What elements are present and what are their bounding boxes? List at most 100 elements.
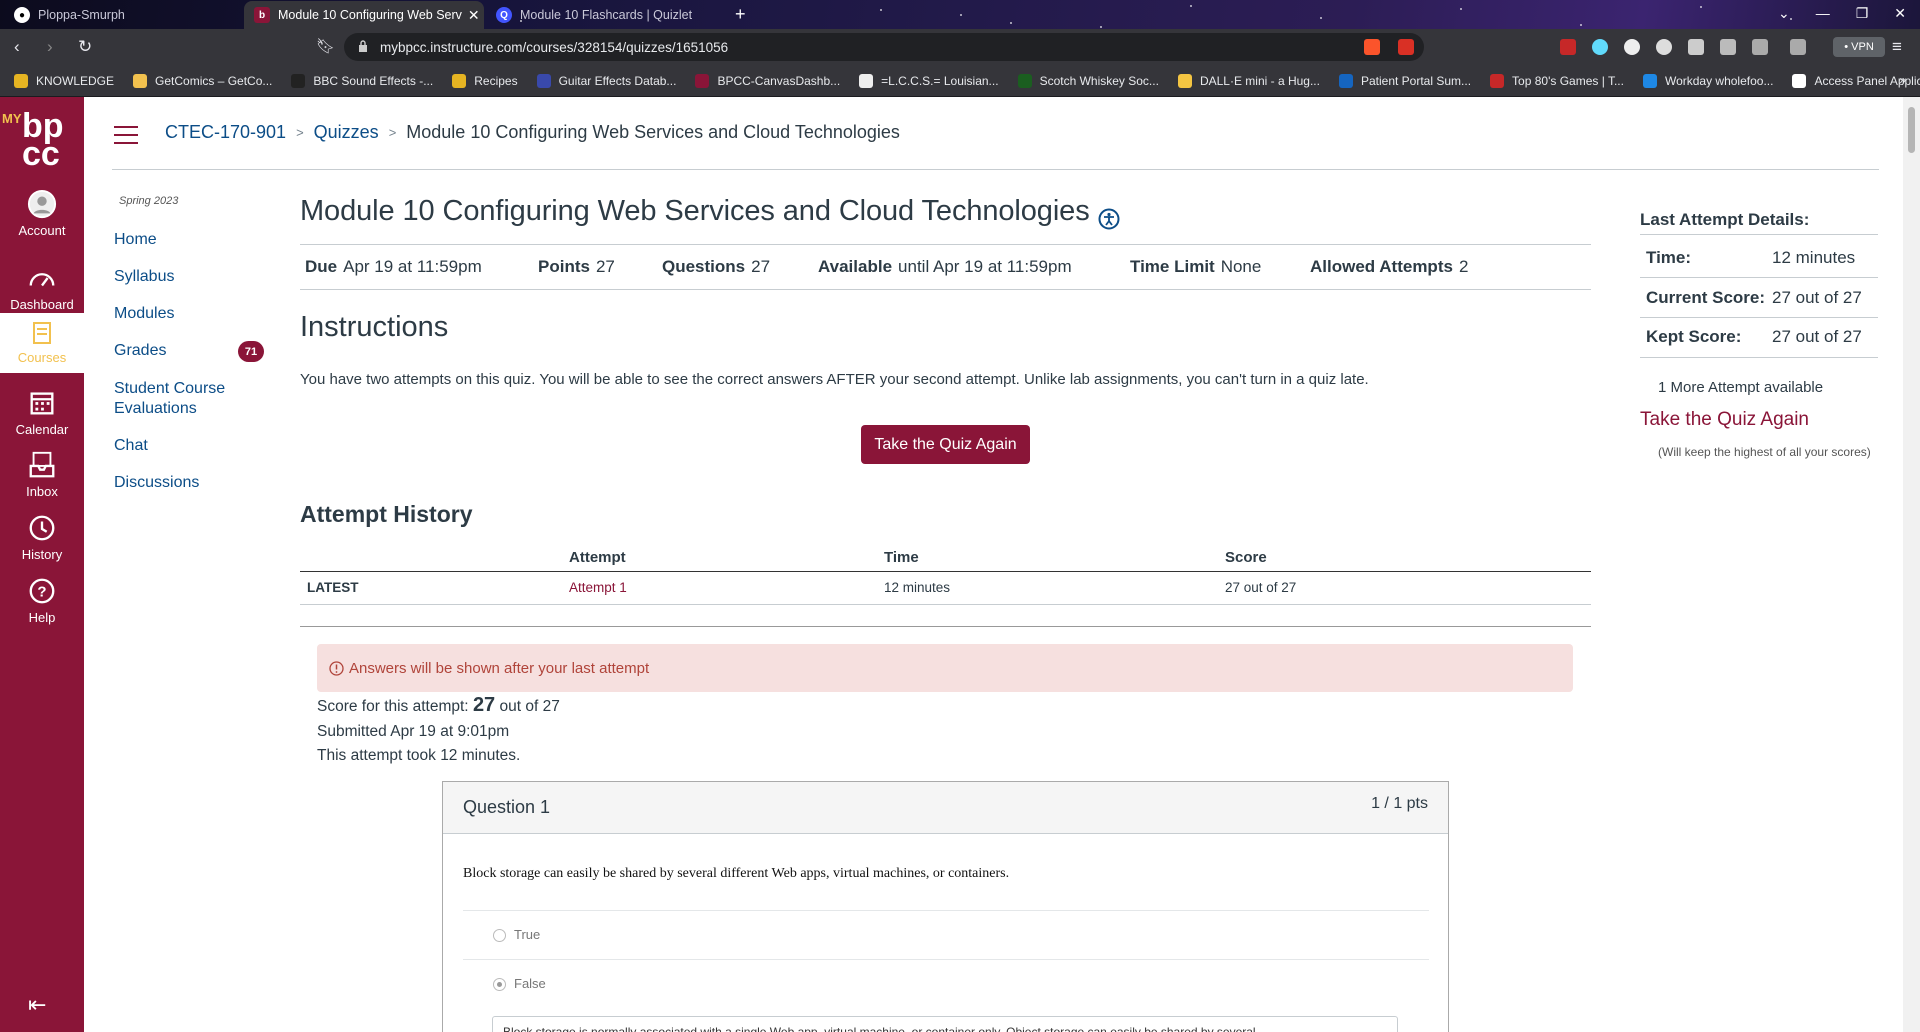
breadcrumb-course-link[interactable]: CTEC-170-901 [165, 122, 286, 143]
forward-icon[interactable]: › [47, 37, 53, 57]
bookmark-item[interactable]: Scotch Whiskey Soc... [1017, 74, 1159, 88]
brave-rewards-icon[interactable] [1398, 39, 1414, 55]
global-nav-calendar[interactable]: Calendar [0, 388, 84, 437]
back-icon[interactable]: ‹ [14, 37, 20, 57]
bookmark-item[interactable]: =L.C.C.S.= Louisian... [859, 74, 999, 88]
sidebar-toggle-icon[interactable] [1752, 39, 1768, 55]
course-nav-syllabus[interactable]: Syllabus [114, 268, 174, 286]
bookmark-item[interactable]: Top 80's Games | T... [1490, 74, 1624, 88]
global-nav-courses[interactable]: Courses [0, 313, 84, 373]
global-nav-help[interactable]: ? Help [0, 576, 84, 625]
global-nav-history[interactable]: History [0, 513, 84, 562]
bookmark-item[interactable]: BBC Sound Effects -... [291, 74, 433, 88]
bookmark-favicon-icon [859, 74, 874, 88]
extension-s-icon[interactable] [1560, 39, 1576, 55]
bookmark-label: Scotch Whiskey Soc... [1039, 74, 1159, 88]
breadcrumb-quizzes-link[interactable]: Quizzes [314, 122, 379, 143]
tab-quizlet[interactable]: Q Module 10 Flashcards | Quizlet [486, 1, 724, 29]
course-nav-chat[interactable]: Chat [114, 437, 148, 455]
bookmarks-overflow-button[interactable]: » [1899, 73, 1906, 87]
bookmark-label: Workday wholefoo... [1664, 74, 1774, 88]
global-nav-account[interactable]: Account [0, 189, 84, 238]
take-quiz-again-button[interactable]: Take the Quiz Again [861, 425, 1030, 464]
tab-strip: ● Ploppa-Smurph b Module 10 Configuring … [0, 0, 1920, 29]
course-nav-link[interactable]: Home [114, 231, 157, 248]
minimize-icon[interactable]: — [1816, 5, 1830, 22]
vpn-button[interactable]: • VPN [1833, 37, 1885, 57]
bookmark-item[interactable]: Patient Portal Sum... [1338, 74, 1471, 88]
tab-ploppa[interactable]: ● Ploppa-Smurph [4, 1, 242, 29]
bookmark-item[interactable]: Recipes [452, 74, 518, 88]
canvas-favicon-icon: b [254, 7, 270, 23]
course-nav-link[interactable]: Grades [114, 342, 166, 359]
take-quiz-again-link[interactable]: Take the Quiz Again [1640, 409, 1809, 431]
bookmark-item[interactable]: BPCC-CanvasDashb... [695, 74, 840, 88]
global-nav-inbox[interactable]: Inbox [0, 450, 84, 499]
course-nav-link[interactable]: Student Course Evaluations [114, 380, 225, 417]
question-title: Question 1 [463, 797, 551, 817]
global-nav-label: Inbox [26, 484, 58, 499]
restore-icon[interactable]: ❐ [1856, 5, 1869, 22]
page-scrollbar[interactable] [1903, 97, 1920, 1032]
menu-icon[interactable]: ≡ [1892, 37, 1902, 57]
global-nav-label: Dashboard [10, 297, 74, 312]
course-nav-discussions[interactable]: Discussions [114, 474, 199, 492]
course-nav-link[interactable]: Chat [114, 437, 148, 454]
bookmark-favicon-icon [1490, 74, 1505, 88]
collapse-nav-icon[interactable]: ⇤ [28, 992, 46, 1018]
question-points: 1 / 1 pts [1371, 795, 1428, 812]
accessibility-icon[interactable] [1098, 208, 1120, 230]
extensions-puzzle-icon[interactable] [1688, 39, 1704, 55]
course-menu-toggle-icon[interactable] [114, 126, 138, 150]
course-nav-link[interactable]: Modules [114, 305, 174, 322]
new-tab-button[interactable]: + [735, 4, 746, 25]
global-nav-label: Calendar [15, 422, 69, 437]
url-bar[interactable]: mybpcc.instructure.com/courses/328154/qu… [344, 33, 1424, 61]
extension-w-icon[interactable] [1624, 39, 1640, 55]
tab-canvas-quiz[interactable]: b Module 10 Configuring Web Serv ✕ [244, 1, 484, 29]
extension-circle-icon[interactable] [1656, 39, 1672, 55]
bookmark-item[interactable]: KNOWLEDGE [14, 74, 114, 88]
reload-icon[interactable]: ↻ [78, 37, 92, 57]
attempt-link[interactable]: Attempt 1 [569, 580, 627, 595]
course-nav-home[interactable]: Home [114, 231, 157, 249]
sidebar-divider [1640, 277, 1878, 278]
bookmark-item[interactable]: Workday wholefoo... [1642, 74, 1774, 88]
course-nav-link[interactable]: Syllabus [114, 268, 174, 285]
course-nav-modules[interactable]: Modules [114, 305, 174, 323]
bookmark-icon[interactable]: 🔖︎ [316, 37, 335, 55]
attempt-score: 27 out of 27 [1225, 580, 1297, 595]
sidebar-divider [1640, 357, 1878, 358]
bookmark-item[interactable]: DALL·E mini - a Hug... [1177, 74, 1320, 88]
course-nav-link[interactable]: Discussions [114, 474, 199, 491]
bookmark-label: Top 80's Games | T... [1512, 74, 1624, 88]
github-icon: ● [14, 7, 30, 23]
meta-points: Points 27 [538, 257, 615, 276]
bookmark-item[interactable]: Guitar Effects Datab... [536, 74, 676, 88]
close-tab-icon[interactable]: ✕ [462, 7, 480, 24]
bpcc-logo[interactable]: MY bp cc [0, 105, 84, 167]
quiz-meta-row: Due Apr 19 at 11:59pm Points 27 Questions 2… [300, 244, 1591, 290]
downloads-icon[interactable] [1720, 39, 1736, 55]
meta-allowed-attempts: Allowed Attempts 2 [1310, 257, 1469, 276]
sidebar-divider [1640, 234, 1878, 235]
bookmark-favicon-icon [452, 74, 467, 88]
course-nav-grades[interactable]: Grades [114, 342, 166, 360]
course-nav-evaluations[interactable]: Student Course Evaluations [114, 379, 249, 419]
breadcrumb-separator-icon: > [388, 125, 397, 140]
bookmark-label: =L.C.C.S.= Louisian... [881, 74, 999, 88]
wallet-icon[interactable] [1790, 39, 1806, 55]
tab-search-icon[interactable]: ⌄ [1778, 5, 1790, 22]
global-nav-dashboard[interactable]: Dashboard [0, 263, 84, 312]
quizlet-icon: Q [496, 7, 512, 23]
bookmark-item[interactable]: GetComics – GetCo... [133, 74, 272, 88]
url-text: mybpcc.instructure.com/courses/328154/qu… [380, 39, 729, 55]
meta-available: Available until Apr 19 at 11:59pm [818, 257, 1072, 276]
react-devtools-icon[interactable] [1592, 39, 1608, 55]
duration-text: This attempt took 12 minutes. [317, 747, 521, 764]
question-header: Question 1 1 / 1 pts [443, 782, 1448, 834]
brave-shield-icon[interactable] [1364, 39, 1380, 55]
calendar-icon [30, 392, 54, 415]
close-window-icon[interactable]: ✕ [1894, 5, 1906, 22]
scrollbar-thumb[interactable] [1908, 107, 1915, 153]
